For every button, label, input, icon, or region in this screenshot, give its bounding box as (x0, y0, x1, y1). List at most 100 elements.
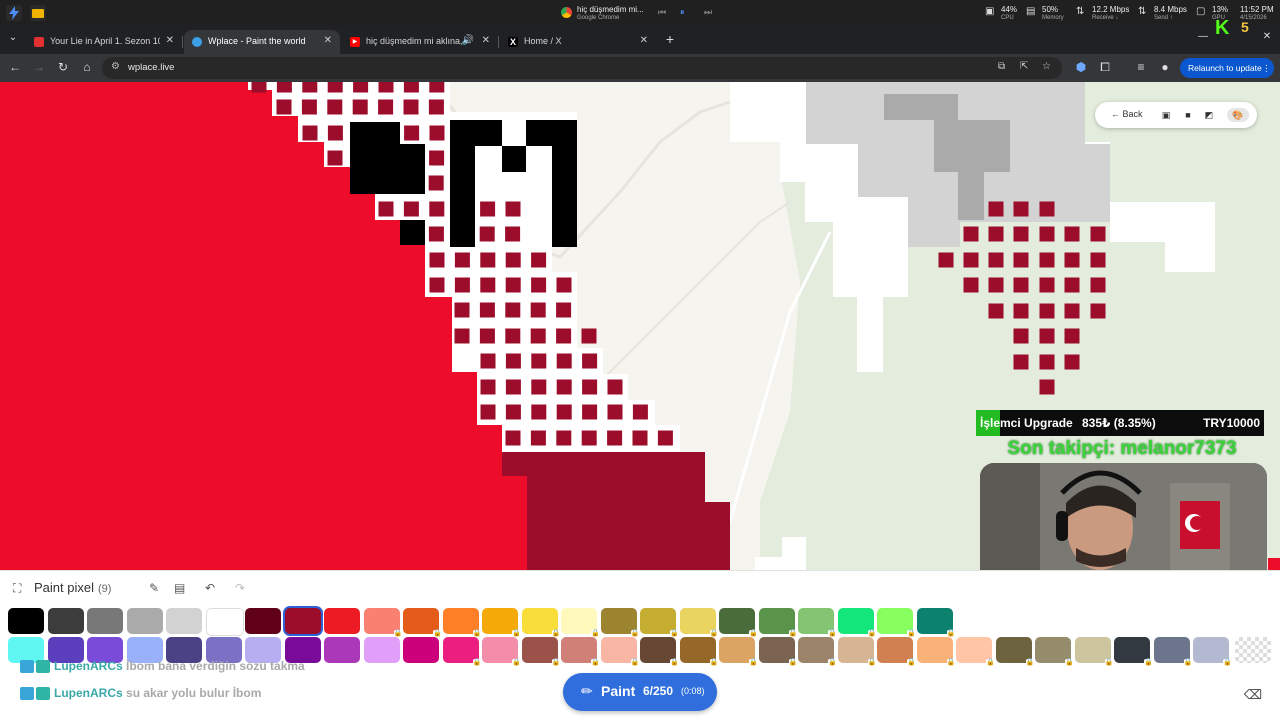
color-swatch[interactable]: 🔒 (1035, 637, 1074, 667)
square-icon[interactable]: ■ (1181, 108, 1195, 122)
home-icon[interactable]: ⌂ (79, 60, 95, 74)
pause-icon[interactable]: ⏸ (680, 7, 685, 18)
url-text[interactable]: wplace.live (128, 62, 174, 73)
shield-extension-icon[interactable]: ⬢ (1073, 60, 1089, 74)
relaunch-button[interactable]: Relaunch to update ⋮ (1180, 58, 1274, 78)
tab-youtube-song[interactable]: ▶ hiç düşmedim mi aklına, hiç 🔊 ✕ (342, 30, 499, 54)
color-swatch[interactable] (87, 608, 123, 634)
red-pixel-dot (428, 175, 444, 191)
extensions-puzzle-icon[interactable]: ⧠ (1097, 60, 1113, 75)
cast-icon[interactable]: ⇱ (1020, 61, 1028, 72)
new-tab-icon[interactable]: + (662, 31, 678, 47)
color-swatch[interactable] (284, 608, 321, 634)
forward-arrow-icon[interactable]: → (31, 60, 47, 74)
color-swatch[interactable]: 🔒 (837, 608, 876, 638)
folder-app-icon[interactable] (30, 5, 46, 21)
back-arrow-icon[interactable]: ← (7, 60, 23, 74)
color-swatch[interactable]: 🔒 (798, 608, 837, 638)
color-swatch[interactable]: 🔒 (600, 608, 639, 638)
next-track-icon[interactable]: ⏭ (704, 7, 712, 18)
eraser-icon[interactable]: ⌫ (1239, 681, 1267, 709)
previous-track-icon[interactable]: ⏮ (658, 7, 666, 18)
color-swatch[interactable]: 🔒 (442, 608, 481, 638)
color-swatch[interactable]: 🔒 (521, 608, 560, 638)
color-swatch[interactable]: 🔒 (758, 608, 797, 638)
red-pixel-dot (530, 328, 546, 344)
app-launcher-icon[interactable] (6, 5, 22, 21)
color-swatch[interactable] (324, 608, 360, 634)
more-menu-icon[interactable]: ⋮ (1262, 63, 1271, 74)
pencil-icon[interactable]: ✎ (149, 581, 159, 595)
translate-icon[interactable]: ⧉ (998, 61, 1005, 72)
color-swatch[interactable]: 🔒 (956, 637, 995, 667)
tab-x-home[interactable]: X Home / X ✕ (500, 30, 656, 54)
redo-icon[interactable]: ↷ (235, 581, 245, 595)
color-swatch[interactable]: 🔒 (1074, 637, 1113, 667)
red-pixel-dot (327, 125, 343, 141)
paint-button[interactable]: ✏ Paint 6/250 (0:08) (563, 673, 717, 711)
color-swatch[interactable]: 🔒 (916, 608, 955, 638)
close-tab-icon[interactable]: ✕ (640, 35, 648, 46)
speaker-icon[interactable]: 🔊 (462, 35, 474, 46)
omnibox[interactable]: ⚙ wplace.live ⧉ ⇱ ☆ (102, 57, 1062, 79)
color-swatch[interactable]: 🔒 (758, 637, 797, 667)
color-swatch[interactable] (126, 608, 163, 634)
color-swatch[interactable]: 🔒 (640, 637, 679, 667)
color-swatch[interactable]: 🔒 (442, 637, 481, 667)
color-swatch[interactable]: 🔒 (798, 637, 837, 667)
layout-icon[interactable]: ▣ (1159, 108, 1173, 122)
bookmark-star-icon[interactable]: ☆ (1042, 61, 1051, 72)
color-swatch[interactable]: 🔒 (1193, 637, 1232, 667)
color-swatch[interactable]: 🔒 (877, 608, 916, 638)
transparent-swatch[interactable] (1235, 637, 1271, 663)
color-swatch[interactable] (166, 608, 202, 634)
color-swatch[interactable]: 🔒 (719, 608, 758, 638)
tab-your-lie-in-april[interactable]: Your Lie in April 1. Sezon 10. Bö ✕ (26, 30, 183, 54)
close-tab-icon[interactable]: ✕ (166, 35, 174, 46)
color-swatch[interactable]: 🔒 (837, 637, 876, 667)
color-swatch[interactable]: 🔒 (640, 608, 679, 638)
media-widget[interactable]: hiç düşmedim mi... Google Chrome ⏮ ⏸ ⏭ (560, 3, 720, 23)
reload-icon[interactable]: ↻ (55, 60, 71, 74)
color-swatch[interactable]: 🔒 (877, 637, 916, 667)
palette-toggle-icon[interactable]: 🎨 (1227, 108, 1249, 122)
color-swatch[interactable]: 🔒 (363, 608, 402, 638)
minimize-icon[interactable]: — (1195, 31, 1211, 42)
red-pixel-dot (607, 379, 623, 395)
expand-icon[interactable]: ⛶ (13, 581, 21, 596)
media-control-icon[interactable]: ≡ (1133, 60, 1149, 74)
profile-avatar-icon[interactable]: ● (1157, 60, 1173, 74)
color-swatch[interactable] (8, 608, 44, 634)
color-swatch[interactable]: 🔒 (1114, 637, 1153, 667)
color-swatch[interactable]: 🔒 (1153, 637, 1192, 667)
tab-wplace[interactable]: Wplace - Paint the world ✕ (184, 30, 340, 54)
color-swatch[interactable]: 🔒 (521, 637, 560, 667)
color-swatch[interactable] (47, 608, 84, 634)
color-swatch[interactable] (245, 608, 281, 634)
color-swatch[interactable]: 🔒 (403, 608, 442, 638)
color-swatch[interactable]: 🔒 (482, 637, 521, 667)
red-pixel-dot (530, 302, 546, 318)
color-swatch[interactable]: 🔒 (561, 637, 600, 667)
color-swatch[interactable]: 🔒 (679, 637, 718, 667)
color-swatch[interactable]: 🔒 (719, 637, 758, 667)
site-info-icon[interactable]: ⚙ (111, 61, 120, 72)
color-swatch[interactable] (403, 637, 439, 663)
color-swatch[interactable] (363, 637, 400, 663)
undo-icon[interactable]: ↶ (205, 581, 215, 595)
fill-icon[interactable]: ▤ (174, 581, 185, 595)
color-swatch[interactable]: 🔒 (482, 608, 521, 638)
color-swatch[interactable] (205, 608, 244, 636)
color-swatch[interactable]: 🔒 (561, 608, 600, 638)
contrast-icon[interactable]: ◩ (1202, 108, 1216, 122)
tab-search-icon[interactable]: ⌄ (5, 32, 21, 43)
color-swatch[interactable]: 🔒 (916, 637, 955, 667)
color-swatch[interactable]: 🔒 (679, 608, 718, 638)
back-button[interactable]: ← Back (1111, 109, 1143, 119)
close-tab-icon[interactable]: ✕ (482, 35, 490, 46)
color-swatch[interactable]: 🔒 (995, 637, 1034, 667)
window-close-icon[interactable]: ✕ (1259, 31, 1275, 42)
color-swatch[interactable] (324, 637, 360, 663)
close-tab-icon[interactable]: ✕ (324, 35, 332, 46)
color-swatch[interactable]: 🔒 (600, 637, 639, 667)
